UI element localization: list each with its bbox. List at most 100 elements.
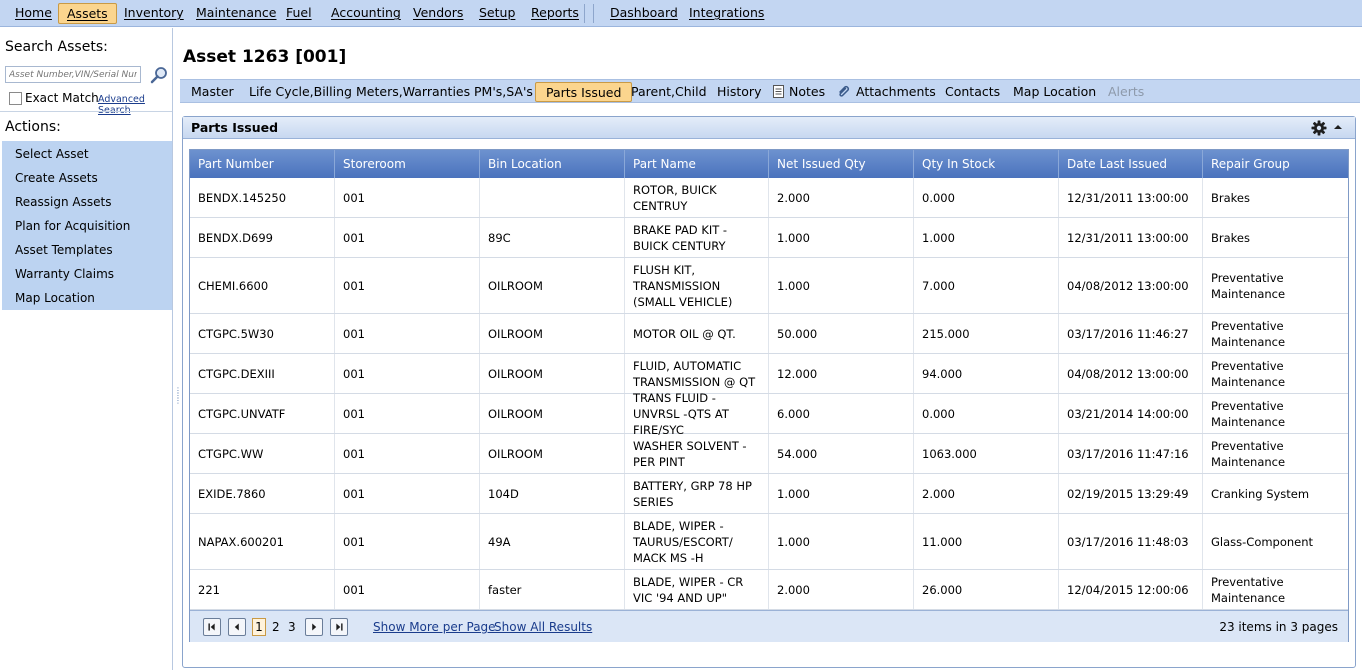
advanced-search-link[interactable]: Advanced Search (98, 94, 172, 116)
cell-part-number: CTGPC.WW (190, 434, 335, 473)
cell-net-issued-qty: 1.000 (769, 474, 914, 513)
collapse-up-icon[interactable] (1333, 122, 1343, 132)
page-title: Asset 1263 [001] (183, 47, 347, 67)
cell-date-last-issued: 12/04/2015 12:00:06 (1059, 570, 1203, 609)
action-asset-templates[interactable]: Asset Templates (15, 243, 113, 257)
cell-repair-group: Preventative Maintenance (1211, 358, 1286, 389)
cell-qty-in-stock: 1.000 (914, 218, 1059, 257)
cell-net-issued-qty: 50.000 (769, 314, 914, 353)
cell-part-number: 221 (190, 570, 335, 609)
col-net-issued-qty[interactable]: Net Issued Qty (769, 150, 914, 178)
cell-repair-group: Glass-Component (1211, 534, 1314, 549)
col-repair-group[interactable]: Repair Group (1203, 150, 1348, 178)
tab-notes-label: Notes (789, 84, 826, 99)
menu-vendors[interactable]: Vendors (405, 3, 471, 24)
menu-dashboard[interactable]: Dashboard (602, 3, 686, 24)
show-all-results-link[interactable]: Show All Results (494, 620, 592, 634)
cell-repair-group: Brakes (1211, 230, 1250, 245)
gear-icon[interactable] (1311, 120, 1327, 136)
tab-life-cycle-billing[interactable]: Life Cycle,Billing (239, 82, 362, 102)
action-reassign-assets[interactable]: Reassign Assets (15, 195, 111, 209)
paperclip-icon (839, 85, 850, 97)
first-page-icon[interactable] (203, 618, 221, 636)
cell-storeroom: 001 (335, 570, 480, 609)
cell-part-name: ROTOR, BUICK CENTRUY (625, 178, 769, 217)
cell-storeroom: 001 (335, 434, 480, 473)
exact-match-label: Exact Match (25, 91, 99, 105)
menu-setup[interactable]: Setup (471, 3, 523, 24)
page-2[interactable]: 2 (272, 619, 280, 637)
col-part-number[interactable]: Part Number (190, 150, 335, 178)
cell-bin-location: OILROOM (480, 354, 625, 393)
tab-parts-issued[interactable]: Parts Issued (535, 82, 633, 102)
cell-net-issued-qty: 6.000 (769, 394, 914, 433)
action-select-asset[interactable]: Select Asset (15, 147, 89, 161)
table-row[interactable]: CTGPC.UNVATF 001 OILROOM TRANS FLUID - UNVR… (190, 391, 1348, 437)
tab-contacts[interactable]: Contacts (935, 82, 1010, 102)
exact-match-checkbox[interactable] (9, 92, 22, 105)
table-row[interactable]: BENDX.D699 001 89C BRAKE PAD KIT - BUICK CE… (190, 218, 1348, 258)
show-more-per-page-link[interactable]: Show More per Page (373, 620, 496, 634)
cell-qty-in-stock: 2.000 (914, 474, 1059, 513)
cell-qty-in-stock: 215.000 (914, 314, 1059, 353)
menu-accounting[interactable]: Accounting (323, 3, 409, 24)
cell-qty-in-stock: 11.000 (914, 514, 1059, 569)
splitter-handle[interactable]: ⋮ ⋮ ⋮ (174, 387, 182, 408)
tab-pms-sas[interactable]: PM's,SA's (464, 82, 543, 102)
menu-reports[interactable]: Reports (523, 3, 587, 24)
menu-maintenance[interactable]: Maintenance (188, 3, 285, 24)
tab-meters-warranties[interactable]: Meters,Warranties (346, 82, 480, 102)
col-bin-location[interactable]: Bin Location (480, 150, 625, 178)
cell-storeroom: 001 (335, 514, 480, 569)
table-row[interactable]: CTGPC.5W30 001 OILROOM MOTOR OIL @ QT. 50.00… (190, 314, 1348, 354)
menu-integrations[interactable]: Integrations (681, 3, 772, 24)
col-qty-in-stock[interactable]: Qty In Stock (914, 150, 1059, 178)
tab-attachments[interactable]: Attachments (827, 82, 946, 102)
next-page-icon[interactable] (305, 618, 323, 636)
cell-date-last-issued: 03/17/2016 11:47:16 (1059, 434, 1203, 473)
action-plan-acquisition[interactable]: Plan for Acquisition (15, 219, 130, 233)
tab-history[interactable]: History (707, 82, 771, 102)
search-input[interactable] (5, 66, 141, 83)
left-panel: Search Assets: Exact Match Advanced Sear… (0, 28, 173, 670)
menu-assets[interactable]: Assets (58, 3, 117, 24)
page-3[interactable]: 3 (288, 619, 296, 637)
table-row[interactable]: CTGPC.WW 001 OILROOM WASHER SOLVENT - PER P… (190, 434, 1348, 474)
table-row[interactable]: BENDX.145250 001 ROTOR, BUICK CENTRUY 2.000… (190, 178, 1348, 218)
col-date-last-issued[interactable]: Date Last Issued (1059, 150, 1203, 178)
cell-qty-in-stock: 0.000 (914, 178, 1059, 217)
cell-repair-group: Preventative Maintenance (1211, 270, 1286, 301)
table-row[interactable]: CHEMI.6600 001 OILROOM FLUSH KIT, TRANSMISS… (190, 258, 1348, 314)
last-page-icon[interactable] (330, 618, 348, 636)
menu-inventory[interactable]: Inventory (116, 3, 192, 24)
col-storeroom[interactable]: Storeroom (335, 150, 480, 178)
cell-date-last-issued: 02/19/2015 13:29:49 (1059, 474, 1203, 513)
cell-part-number: CTGPC.DEXIII (190, 354, 335, 393)
tab-parent-child[interactable]: Parent,Child (621, 82, 717, 102)
page-1[interactable]: 1 (252, 618, 266, 636)
action-map-location[interactable]: Map Location (15, 291, 95, 305)
tab-master[interactable]: Master (181, 82, 244, 102)
cell-storeroom: 001 (335, 394, 480, 433)
action-create-assets[interactable]: Create Assets (15, 171, 98, 185)
cell-part-number: CTGPC.5W30 (190, 314, 335, 353)
col-part-name[interactable]: Part Name (625, 150, 769, 178)
grid-header: Part Number Storeroom Bin Location Part … (190, 150, 1348, 178)
table-row[interactable]: NAPAX.600201 001 49A BLADE, WIPER - TAURUS/… (190, 514, 1348, 570)
table-row[interactable]: EXIDE.7860 001 104D BATTERY, GRP 78 HP SERI… (190, 474, 1348, 514)
tab-bar: Master Life Cycle,Billing Meters,Warrant… (180, 79, 1360, 103)
tab-map-location[interactable]: Map Location (1003, 82, 1106, 102)
cell-net-issued-qty: 1.000 (769, 218, 914, 257)
tab-notes[interactable]: Notes (763, 82, 835, 102)
pager: 1 2 3 Show More per Page Show All Result… (190, 610, 1348, 642)
menu-home[interactable]: Home (7, 3, 60, 24)
cell-bin-location: faster (480, 570, 625, 609)
table-row[interactable]: 221 001 faster BLADE, WIPER - CR VIC '94 AN… (190, 570, 1348, 610)
table-row[interactable]: CTGPC.DEXIII 001 OILROOM FLUID, AUTOMATIC T… (190, 354, 1348, 394)
action-warranty-claims[interactable]: Warranty Claims (15, 267, 114, 281)
search-icon[interactable] (150, 66, 168, 84)
cell-part-number: BENDX.D699 (190, 218, 335, 257)
menu-fuel[interactable]: Fuel (278, 3, 320, 24)
panel-header: Parts Issued (183, 117, 1355, 139)
prev-page-icon[interactable] (228, 618, 246, 636)
